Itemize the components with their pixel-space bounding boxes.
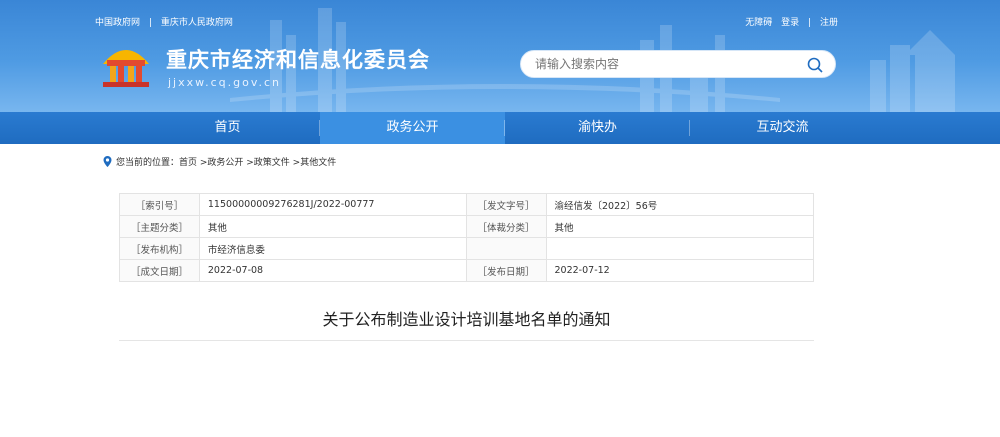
nav-yukuaiban[interactable]: 渝快办 bbox=[505, 112, 690, 144]
nav-interaction[interactable]: 互动交流 bbox=[690, 112, 875, 144]
label-index-no: ［索引号］ bbox=[119, 193, 200, 216]
login-link[interactable]: 登录 bbox=[781, 18, 799, 28]
breadcrumb-text[interactable]: 您当前的位置：首页 >政务公开 >政策文件 >其他文件 bbox=[116, 155, 336, 168]
label-topic: ［主题分类］ bbox=[119, 215, 200, 238]
header-banner: 中国政府网 | 重庆市人民政府网 无障碍 登录 | 注册 重庆市经济和信息化委员… bbox=[0, 0, 1000, 112]
link-cq-gov[interactable]: 重庆市人民政府网 bbox=[161, 18, 233, 28]
document-title: 关于公布制造业设计培训基地名单的通知 bbox=[322, 310, 611, 329]
label-genre: ［体裁分类］ bbox=[465, 215, 547, 238]
value-genre: 其他 bbox=[545, 215, 814, 238]
site-url: jjxxw.cq.gov.cn bbox=[168, 76, 282, 89]
table-row: ［主题分类］ 其他 ［体裁分类］ 其他 bbox=[119, 215, 814, 238]
value-topic: 其他 bbox=[198, 215, 467, 238]
site-title[interactable]: 重庆市经济和信息化委员会 bbox=[166, 44, 430, 74]
site-logo-icon[interactable] bbox=[97, 38, 155, 88]
breadcrumb: 您当前的位置：首页 >政务公开 >政策文件 >其他文件 bbox=[103, 155, 336, 168]
accessibility-link[interactable]: 无障碍 bbox=[745, 18, 772, 28]
table-row: ［发布机构］ 市经济信息委 bbox=[119, 237, 814, 260]
search-input[interactable] bbox=[535, 51, 805, 77]
account-links: 无障碍 登录 | 注册 bbox=[739, 15, 838, 28]
label-written-date: ［成文日期］ bbox=[119, 259, 200, 282]
table-row: ［索引号］ 11500000009276281J/2022-00777 ［发文字… bbox=[119, 193, 814, 216]
value-index-no: 11500000009276281J/2022-00777 bbox=[198, 193, 467, 216]
label-publish-date: ［发布日期］ bbox=[465, 259, 547, 282]
value-doc-number: 渝经信发〔2022〕56号 bbox=[545, 193, 814, 216]
value-publish-date: 2022-07-12 bbox=[545, 259, 814, 282]
label-publisher: ［发布机构］ bbox=[119, 237, 200, 260]
nav-government-affairs[interactable]: 政务公开 bbox=[320, 112, 505, 144]
search-box bbox=[520, 50, 836, 78]
link-gov-cn[interactable]: 中国政府网 bbox=[95, 18, 140, 28]
nav-home[interactable]: 首页 bbox=[135, 112, 320, 144]
value-written-date: 2022-07-08 bbox=[198, 259, 467, 282]
location-pin-icon bbox=[103, 156, 112, 167]
separator: | bbox=[808, 18, 812, 28]
separator: | bbox=[148, 18, 152, 28]
main-nav: 首页 政务公开 渝快办 互动交流 bbox=[0, 112, 1000, 144]
document-info-table: ［索引号］ 11500000009276281J/2022-00777 ［发文字… bbox=[119, 193, 814, 282]
empty-cell bbox=[465, 237, 547, 260]
empty-cell bbox=[545, 237, 814, 260]
top-links: 中国政府网 | 重庆市人民政府网 bbox=[95, 15, 239, 28]
divider bbox=[119, 340, 814, 341]
register-link[interactable]: 注册 bbox=[820, 18, 838, 28]
label-doc-number: ［发文字号］ bbox=[465, 193, 547, 216]
value-publisher: 市经济信息委 bbox=[198, 237, 467, 260]
search-icon[interactable] bbox=[807, 57, 823, 73]
table-row: ［成文日期］ 2022-07-08 ［发布日期］ 2022-07-12 bbox=[119, 259, 814, 282]
